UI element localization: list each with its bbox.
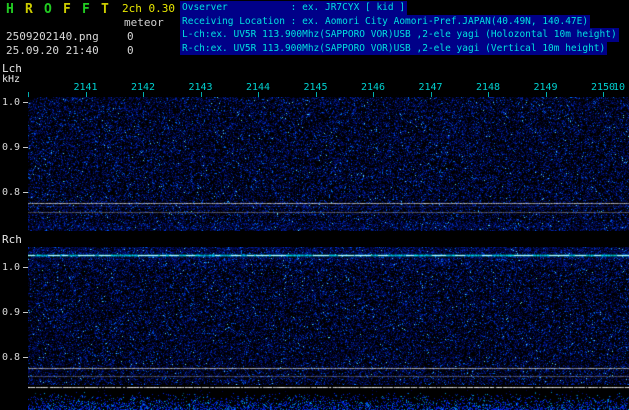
time-axis-edge-label: 10: [612, 82, 626, 93]
output-filename: 2509202140.png: [6, 30, 99, 43]
rch-freq-label: 1.0: [2, 262, 21, 273]
rch-freq-label: 0.9: [2, 307, 21, 318]
app-title-letter: F: [82, 2, 90, 17]
receiver-info-line: Ovserver : ex. JR7CYX [ kid ]: [180, 1, 408, 15]
signal-level-strip: [28, 385, 629, 410]
hrofft-window: HROFFT 2ch 0.30 meteor 0 0 2509202140.pn…: [0, 0, 629, 410]
app-title-letter: T: [101, 2, 109, 17]
receiver-info-block: Ovserver : ex. JR7CYX [ kid ] Receiving L…: [180, 1, 619, 56]
version-label: 2ch 0.30: [122, 2, 175, 15]
lch-freq-label: 0.8: [2, 187, 21, 198]
lch-spectrogram: [28, 97, 629, 231]
mode-label: meteor: [124, 16, 164, 29]
rch-freq-label: 0.8: [2, 352, 21, 363]
echo-count-2: 0: [127, 44, 134, 57]
app-title-letter: R: [25, 2, 33, 17]
receiver-info-line: R-ch:ex. UV5R 113.900Mhz(SAPPORO VOR)USB…: [180, 41, 608, 56]
rch-channel-label: Rch: [2, 233, 22, 246]
app-title: HROFFT: [6, 2, 120, 17]
receiver-info-line: Receiving Location : ex. Aomori City Aom…: [180, 14, 591, 29]
app-title-letter: H: [6, 2, 14, 17]
rch-spectrogram: [28, 247, 629, 385]
app-title-letter: F: [63, 2, 71, 17]
datetime-label: 25.09.20 21:40: [6, 44, 99, 57]
lch-freq-label: 0.9: [2, 142, 21, 153]
receiver-info-line: L-ch:ex. UV5R 113.900Mhz(SAPPORO VOR)USB…: [180, 28, 619, 42]
app-title-letter: O: [44, 2, 52, 17]
frequency-unit-label: kHz: [2, 74, 21, 85]
lch-freq-label: 1.0: [2, 97, 21, 108]
echo-count-1: 0: [127, 30, 134, 43]
